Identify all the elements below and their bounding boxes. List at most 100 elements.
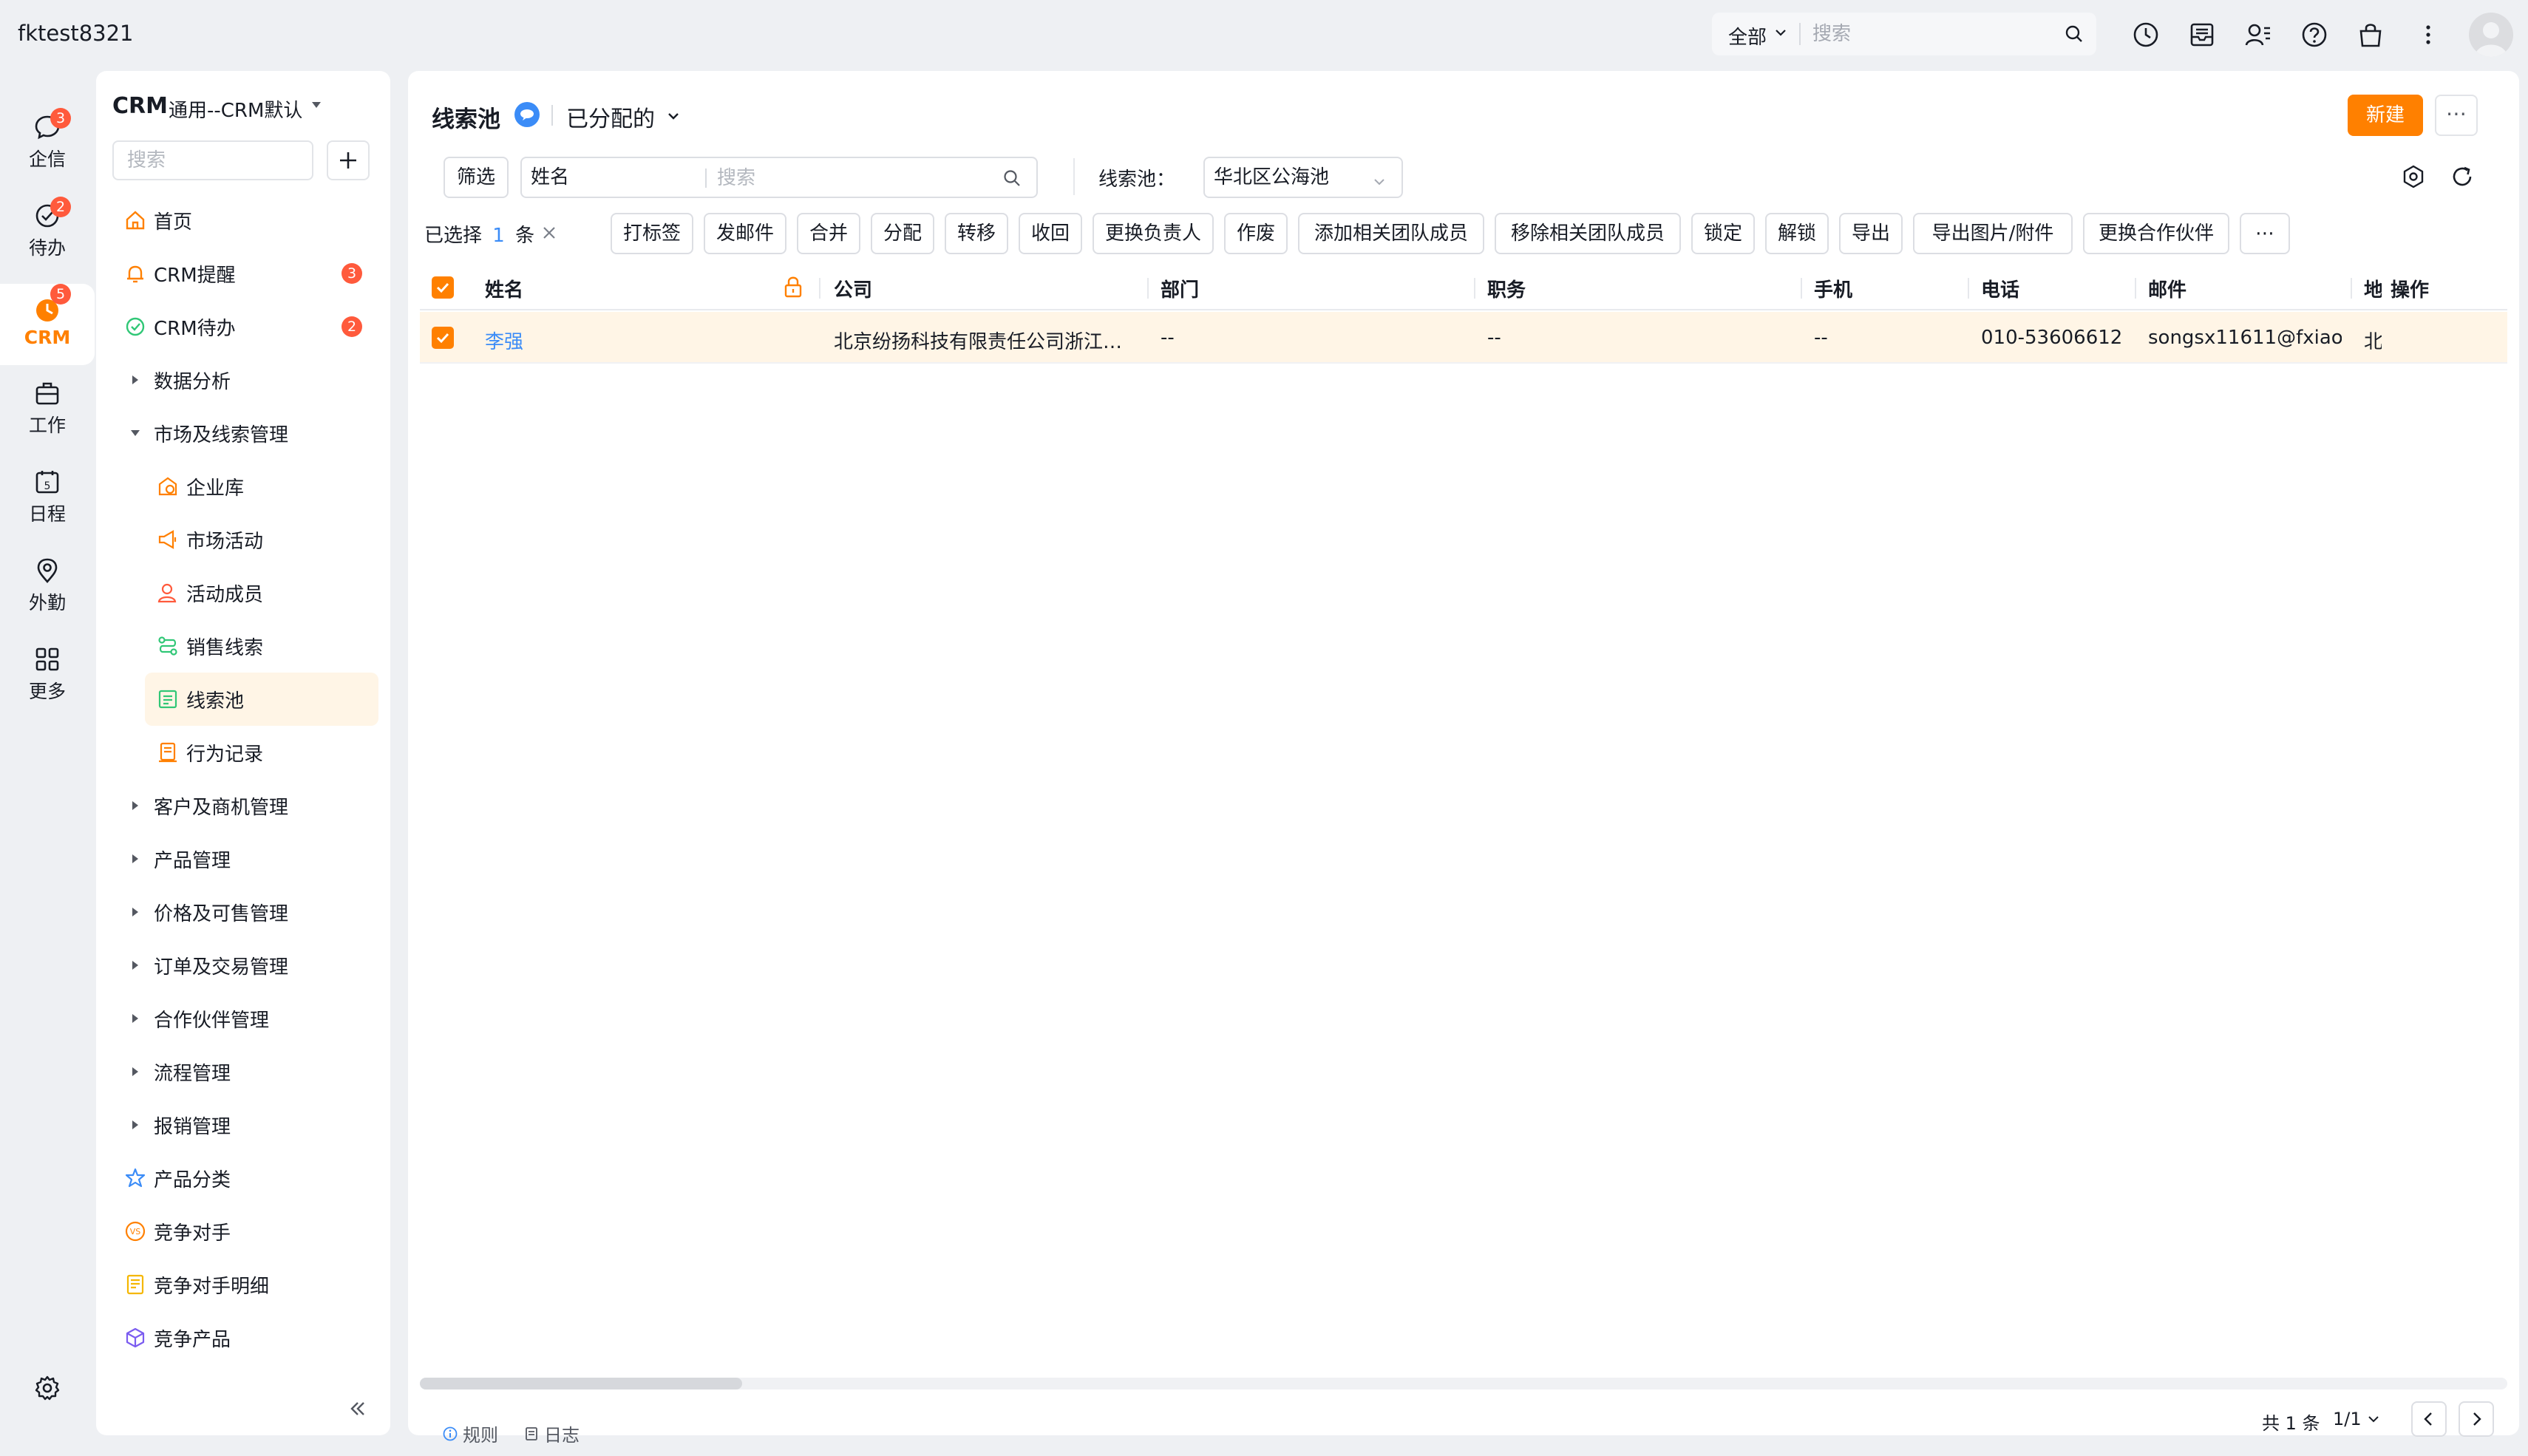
search-scope-select[interactable]: 全部 [1728, 22, 1767, 50]
rail-item-calendar[interactable]: 5 日程 [0, 455, 95, 537]
search-field-select[interactable]: 姓名 [520, 157, 783, 198]
column-header[interactable]: 地 [2364, 275, 2382, 302]
lock-button[interactable]: 锁定 [1691, 213, 1755, 254]
sidebar-item-products[interactable]: 产品管理 [123, 832, 231, 885]
message-icon[interactable] [514, 102, 540, 127]
new-button[interactable]: 新建 [2348, 95, 2423, 136]
more-button[interactable]: ⋯ [2435, 95, 2478, 136]
next-page-button[interactable] [2459, 1401, 2494, 1437]
tag-button[interactable]: 打标签 [611, 213, 693, 254]
refresh-icon[interactable] [2450, 164, 2475, 189]
sidebar-item-competitor-products[interactable]: 竞争产品 [123, 1311, 231, 1364]
sidebar-item-enterprise-library[interactable]: 企业库 [155, 460, 244, 513]
log-link[interactable]: 日志 [523, 1421, 580, 1446]
avatar[interactable] [2469, 13, 2513, 57]
global-search[interactable]: 全部 [1712, 13, 2096, 55]
lead-name-link[interactable]: 李强 [485, 327, 523, 354]
sidebar-item-customers[interactable]: 客户及商机管理 [123, 779, 288, 832]
more-actions-button[interactable]: ⋯ [2240, 213, 2290, 254]
rail-item-more[interactable]: 更多 [0, 633, 95, 714]
row-checkbox[interactable] [432, 327, 454, 349]
caret-down-icon[interactable] [310, 101, 322, 109]
column-header[interactable]: 公司 [834, 275, 872, 302]
rail-item-todo[interactable]: 2 待办 [0, 189, 95, 271]
rail-label: 日程 [28, 503, 66, 525]
gear-icon[interactable] [34, 1375, 61, 1401]
sidebar-item-crm-reminder[interactable]: CRM提醒 3 [123, 247, 377, 300]
app-switcher[interactable]: 通用--CRM默认 [169, 95, 302, 123]
calendar-icon: 5 [34, 469, 61, 495]
sidebar-item-expense[interactable]: 报销管理 [123, 1098, 231, 1151]
sidebar-item-partners[interactable]: 合作伙伴管理 [123, 992, 269, 1045]
horizontal-scrollbar[interactable] [420, 1378, 2507, 1389]
settings-icon[interactable] [2401, 164, 2426, 189]
change-partner-button[interactable]: 更换合作伙伴 [2083, 213, 2229, 254]
briefcase-icon [34, 380, 61, 406]
scrollbar-thumb[interactable] [420, 1378, 742, 1389]
remove-team-member-button[interactable]: 移除相关团队成员 [1495, 213, 1681, 254]
list-search[interactable] [702, 157, 1038, 198]
rail-item-crm[interactable]: 5 CRM [0, 284, 95, 365]
sidebar-search-input[interactable] [112, 140, 313, 180]
column-header[interactable]: 手机 [1814, 275, 1852, 302]
clock-icon[interactable] [2132, 21, 2160, 49]
rail-item-field[interactable]: 外勤 [0, 544, 95, 625]
column-header[interactable]: 姓名 [485, 275, 523, 302]
transfer-button[interactable]: 转移 [945, 213, 1008, 254]
inbox-icon[interactable] [2188, 21, 2216, 49]
bag-icon[interactable] [2357, 21, 2385, 49]
column-header[interactable]: 职务 [1487, 275, 1526, 302]
view-select[interactable]: 已分配的 [566, 101, 655, 133]
select-all-checkbox[interactable] [432, 276, 454, 299]
chevron-down-icon[interactable] [665, 108, 682, 124]
clear-selection-icon[interactable] [540, 223, 559, 242]
sidebar-item-competitors[interactable]: VS 竞争对手 [123, 1205, 231, 1258]
sidebar-item-pricing[interactable]: 价格及可售管理 [123, 885, 288, 939]
sidebar-item-crm-todo[interactable]: CRM待办 2 [123, 300, 377, 353]
rail-item-work[interactable]: 工作 [0, 367, 95, 448]
global-search-input[interactable] [1812, 18, 2049, 50]
export-attachments-button[interactable]: 导出图片/附件 [1913, 213, 2073, 254]
list-search-input[interactable] [717, 163, 983, 194]
sidebar-item-lead-pool[interactable]: 线索池 [155, 673, 244, 726]
send-email-button[interactable]: 发邮件 [704, 213, 786, 254]
assign-button[interactable]: 分配 [871, 213, 934, 254]
sidebar-item-marketing[interactable]: 市场及线索管理 [123, 406, 288, 460]
sidebar-item-data-analysis[interactable]: 数据分析 [123, 353, 231, 406]
collapse-sidebar-icon[interactable] [347, 1398, 368, 1419]
help-icon[interactable] [2300, 21, 2328, 49]
void-button[interactable]: 作废 [1224, 213, 1288, 254]
sidebar-item-product-category[interactable]: 产品分类 [123, 1151, 231, 1205]
merge-button[interactable]: 合并 [797, 213, 860, 254]
search-icon[interactable] [1002, 169, 1022, 188]
contacts-icon[interactable] [2244, 21, 2272, 49]
column-header[interactable]: 部门 [1161, 275, 1199, 302]
add-button[interactable] [327, 140, 370, 180]
rail-item-chat[interactable]: 3 企信 [0, 101, 95, 182]
sidebar-item-campaign[interactable]: 市场活动 [155, 513, 263, 566]
rules-link[interactable]: 规则 [442, 1421, 498, 1446]
sidebar-item-competitor-details[interactable]: 竞争对手明细 [123, 1258, 269, 1311]
change-owner-button[interactable]: 更换负责人 [1093, 213, 1214, 254]
export-button[interactable]: 导出 [1839, 213, 1903, 254]
selection-count: 已选择 1 条 [424, 220, 534, 248]
kebab-icon[interactable] [2414, 21, 2442, 49]
table-row[interactable]: 李强 北京纷扬科技有限责任公司浙江… -- -- -- 010-53606612… [420, 312, 2507, 364]
sidebar-item-workflow[interactable]: 流程管理 [123, 1045, 231, 1098]
recall-button[interactable]: 收回 [1019, 213, 1082, 254]
sidebar-item-home[interactable]: 首页 [123, 194, 192, 247]
page-size-select[interactable]: 1/1 [2333, 1409, 2381, 1429]
column-header[interactable]: 邮件 [2148, 275, 2186, 302]
sidebar-item-behavior-log[interactable]: 行为记录 [155, 726, 263, 779]
sidebar-item-sales-leads[interactable]: 销售线索 [155, 619, 263, 673]
column-header[interactable]: 电话 [1981, 275, 2019, 302]
unlock-button[interactable]: 解锁 [1765, 213, 1829, 254]
sidebar-item-orders[interactable]: 订单及交易管理 [123, 939, 288, 992]
sidebar-item-campaign-members[interactable]: 活动成员 [155, 566, 263, 619]
prev-page-button[interactable] [2411, 1401, 2447, 1437]
add-team-member-button[interactable]: 添加相关团队成员 [1298, 213, 1484, 254]
filter-button[interactable]: 筛选 [444, 157, 509, 198]
pool-select[interactable]: 华北区公海池 [1203, 157, 1403, 198]
search-icon[interactable] [2064, 24, 2084, 44]
column-separator [2351, 278, 2352, 299]
